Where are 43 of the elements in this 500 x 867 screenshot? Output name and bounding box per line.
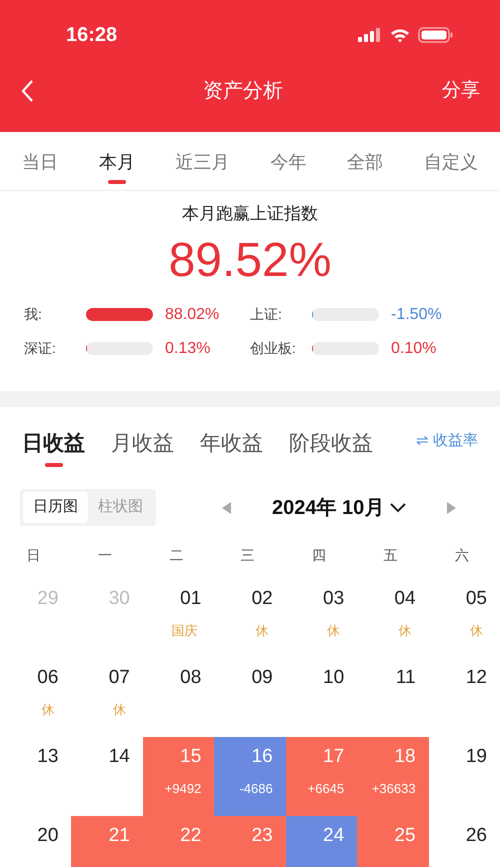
chevron-down-icon[interactable] <box>390 502 406 512</box>
month-label[interactable]: 2024年 10月 <box>272 492 384 522</box>
earnings-tab[interactable]: 月收益 <box>111 416 174 468</box>
comparison-label: 我: <box>24 305 43 324</box>
comparison-label: 创业板: <box>250 339 297 358</box>
comparison-reading: 88.02% <box>165 304 220 324</box>
share-button[interactable]: 分享 <box>442 76 480 106</box>
period-tab[interactable]: 当日 <box>22 138 58 184</box>
comparison-label: 上证: <box>250 305 283 324</box>
comparison-track <box>312 342 379 355</box>
period-tab[interactable]: 今年 <box>270 138 306 184</box>
comparison-track <box>86 342 153 355</box>
view-option[interactable]: 日历图 <box>23 492 88 523</box>
period-tab[interactable]: 本月 <box>98 138 135 184</box>
weekday-label: 四 <box>311 546 328 565</box>
weekday-label: 五 <box>382 546 399 565</box>
comparison-label: 深证: <box>24 339 57 358</box>
comparison-reading: 0.13% <box>165 338 210 358</box>
next-month-icon[interactable] <box>446 502 456 514</box>
signal-icon <box>358 28 382 42</box>
period-tab[interactable]: 全部 <box>347 138 384 184</box>
comparison-reading: 0.10% <box>391 338 436 358</box>
period-tab[interactable]: 自定义 <box>424 138 478 184</box>
weekday-label: 六 <box>454 546 470 565</box>
weekday-label: 三 <box>240 546 256 565</box>
earnings-tab[interactable]: 日收益 <box>22 416 85 468</box>
weekday-label: 一 <box>96 546 113 565</box>
summary-percent: 89.52% <box>168 232 332 288</box>
battery-icon <box>418 27 454 43</box>
status-time: 16:28 <box>66 23 118 48</box>
back-icon <box>20 79 34 103</box>
page-title: 资产分析 <box>203 79 283 104</box>
comparison-track <box>312 308 379 321</box>
previous-month-icon[interactable] <box>222 502 232 514</box>
earnings-tab[interactable]: 年收益 <box>200 416 263 468</box>
comparison-reading: -1.50% <box>391 304 442 324</box>
wifi-icon <box>390 28 410 42</box>
earnings-tab[interactable]: 阶段收益 <box>289 416 373 468</box>
period-tab[interactable]: 近三月 <box>176 138 230 184</box>
weekday-label: 日 <box>25 546 42 565</box>
weekday-label: 二 <box>168 546 184 565</box>
summary-title: 本月跑赢上证指数 <box>182 203 318 225</box>
comparison-track <box>86 308 153 321</box>
